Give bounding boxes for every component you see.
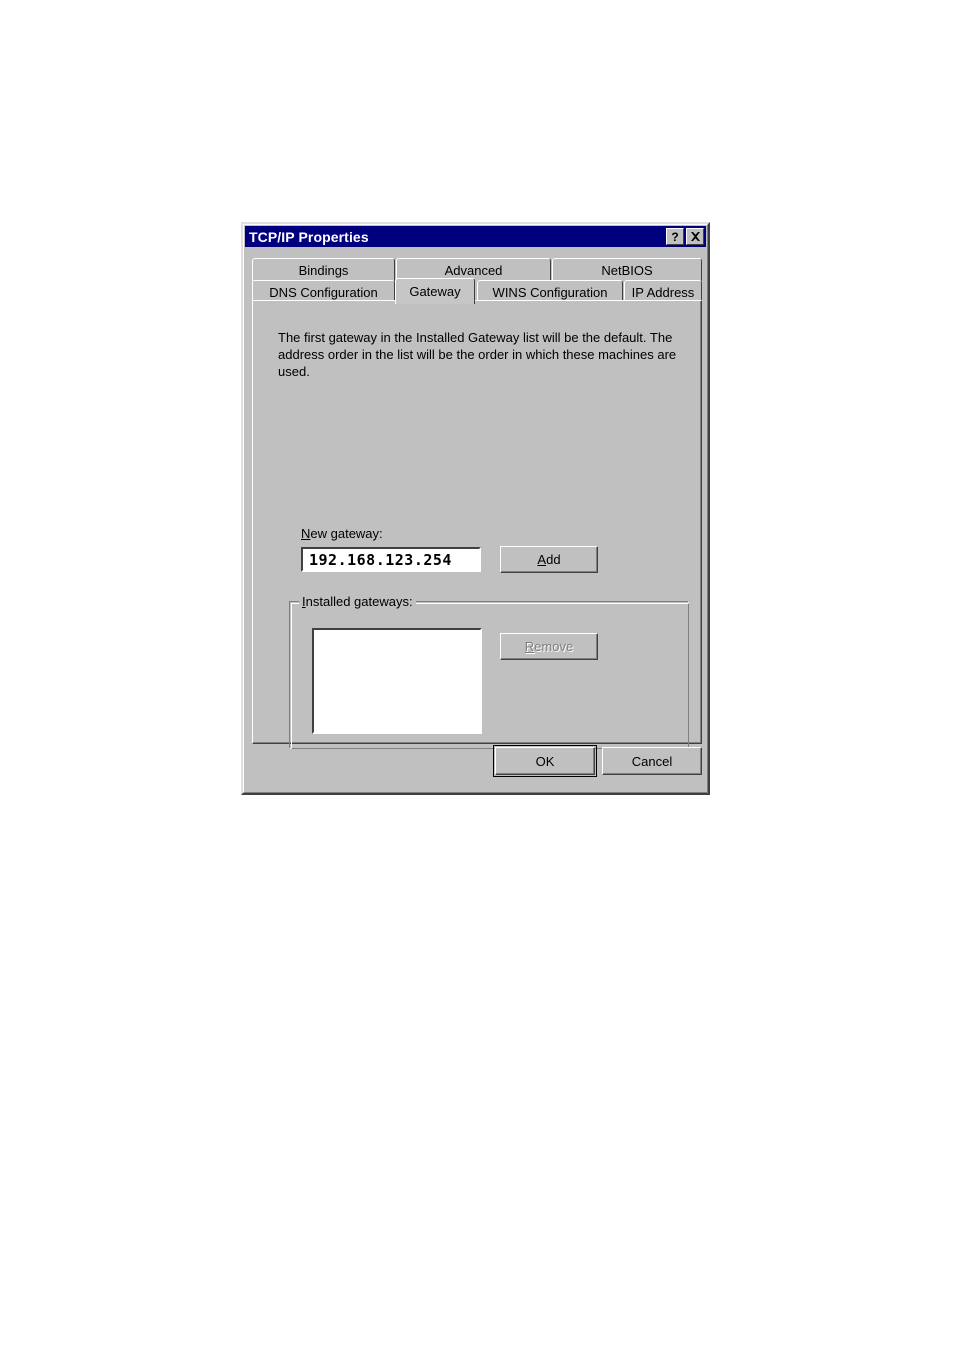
new-gateway-accel: N bbox=[301, 526, 311, 541]
remove-button-accel: R bbox=[524, 639, 535, 654]
tab-netbios[interactable]: NetBIOS bbox=[552, 258, 702, 281]
ok-button[interactable]: OK bbox=[493, 745, 597, 777]
help-glyph: ? bbox=[671, 229, 679, 244]
remove-button-rest: emove bbox=[534, 639, 574, 654]
add-button-accel: A bbox=[537, 552, 547, 567]
remove-button-label: Remove bbox=[525, 639, 573, 654]
cancel-button-label: Cancel bbox=[631, 753, 673, 769]
new-gateway-label-rest: ew gateway: bbox=[310, 526, 383, 541]
ok-button-label: OK bbox=[535, 753, 555, 769]
tab-wins-configuration-label: WINS Configuration bbox=[492, 284, 608, 300]
new-gateway-input[interactable]: 192.168.123.254 bbox=[301, 547, 481, 572]
add-button-rest: dd bbox=[546, 552, 561, 567]
remove-button[interactable]: Remove bbox=[500, 633, 598, 660]
close-icon[interactable] bbox=[686, 228, 704, 245]
tab-netbios-label: NetBIOS bbox=[601, 262, 653, 278]
tab-row-top: Bindings Advanced NetBIOS bbox=[252, 258, 702, 281]
close-x-glyph bbox=[690, 232, 700, 241]
new-gateway-value: 192.168.123.254 bbox=[309, 550, 452, 569]
add-button-label: Add bbox=[537, 552, 560, 567]
new-gateway-label: New gateway: bbox=[301, 526, 383, 541]
gateway-tab-page: The first gateway in the Installed Gatew… bbox=[252, 300, 702, 749]
installed-gateways-group-title: Installed gateways: bbox=[299, 594, 416, 609]
tab-advanced-label: Advanced bbox=[444, 262, 503, 278]
tab-bindings-label: Bindings bbox=[298, 262, 349, 278]
window-title: TCP/IP Properties bbox=[249, 228, 369, 245]
tab-gateway[interactable]: Gateway bbox=[395, 278, 475, 304]
tab-ip-address-label: IP Address bbox=[631, 284, 695, 300]
help-icon[interactable]: ? bbox=[666, 228, 684, 245]
installed-gateways-title-rest: nstalled gateways: bbox=[305, 594, 413, 609]
description-text: The first gateway in the Installed Gatew… bbox=[278, 330, 677, 379]
tab-strip: Bindings Advanced NetBIOS DNS Configurat… bbox=[252, 258, 702, 304]
add-button[interactable]: Add bbox=[500, 546, 598, 573]
tab-gateway-label: Gateway bbox=[409, 284, 461, 299]
title-bar[interactable]: TCP/IP Properties ? bbox=[245, 226, 706, 247]
installed-gateways-listbox[interactable] bbox=[312, 628, 482, 734]
tcpip-properties-dialog: TCP/IP Properties ? Bindings Advanced Ne… bbox=[241, 222, 710, 795]
tab-dns-configuration-label: DNS Configuration bbox=[269, 284, 378, 300]
tab-bindings[interactable]: Bindings bbox=[252, 258, 395, 281]
cancel-button[interactable]: Cancel bbox=[602, 747, 702, 775]
